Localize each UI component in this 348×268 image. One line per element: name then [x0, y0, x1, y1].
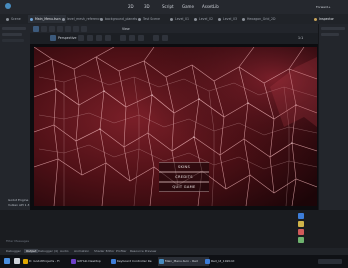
- tab-label: Level_02: [199, 17, 214, 21]
- inspector-tab[interactable]: Inspector: [312, 15, 348, 23]
- menu-2d[interactable]: 2D: [128, 4, 134, 9]
- tab-debugger-4[interactable]: Debugger (4): [38, 249, 58, 253]
- credits-button[interactable]: CREDITS: [159, 172, 209, 182]
- tab-resource-preview[interactable]: Resource Preview: [130, 249, 156, 253]
- scene-icon: [138, 18, 141, 21]
- quit-game-button[interactable]: QUIT GAME: [159, 182, 209, 192]
- scene-icon: [100, 18, 103, 21]
- scene-icon: [194, 18, 197, 21]
- inspector-dock: [318, 24, 348, 238]
- taskbar-label: Red_UI_1920.bt: [211, 259, 235, 263]
- tab-output[interactable]: Output: [24, 249, 39, 253]
- taskbar-label: GitHub Desktop: [77, 259, 101, 263]
- pivot-icon[interactable]: [162, 35, 168, 41]
- tab-debugger[interactable]: Debugger: [6, 249, 21, 253]
- godot-icon: [159, 259, 164, 264]
- tab-label: Inspector: [319, 17, 334, 21]
- tab-shader-editor[interactable]: Shader Editor: [94, 249, 114, 253]
- zoom-label: 1:1: [298, 36, 304, 40]
- os-taskbar: D: GodotProjects - Fi GitHub Desktop Key…: [0, 255, 348, 268]
- start-menu-icon[interactable]: [4, 258, 10, 264]
- grid-icon[interactable]: [96, 35, 102, 41]
- taskbar-github[interactable]: GitHub Desktop: [70, 257, 115, 266]
- taskbar-browser[interactable]: Keyboard Controller Re: [110, 257, 163, 266]
- sun-icon[interactable]: [129, 35, 135, 41]
- dock-row[interactable]: [2, 27, 26, 30]
- scene-icon: [62, 18, 65, 21]
- view-menu[interactable]: View: [122, 27, 130, 31]
- tab-profiler[interactable]: Profiler: [116, 249, 127, 253]
- tab-label: Test Scene: [143, 17, 161, 21]
- camera-icon[interactable]: [105, 35, 111, 41]
- notepad-icon: [205, 259, 210, 264]
- environment-icon[interactable]: [120, 35, 126, 41]
- taskbar-explorer[interactable]: D: GodotProjects - Fi: [22, 257, 75, 266]
- dock-row[interactable]: [321, 27, 345, 30]
- tab-label: Level_03: [223, 17, 238, 21]
- perspective-label[interactable]: Perspective: [58, 36, 76, 40]
- tab-label: level_mesh_reference: [67, 17, 102, 21]
- menu-script[interactable]: Script: [162, 4, 174, 9]
- github-icon: [71, 259, 76, 264]
- game-preview[interactable]: SKINS CREDITS QUIT GAME: [34, 47, 317, 206]
- taskbar-label: Keyboard Controller Re: [117, 259, 152, 263]
- transform-icon[interactable]: [153, 35, 159, 41]
- menu-assetlib[interactable]: AssetLib: [202, 4, 219, 9]
- preview-icon[interactable]: [138, 35, 144, 41]
- menu-3d[interactable]: 3D: [144, 4, 150, 9]
- bottom-tabbar: Debugger Output Debugger (4) Audio Anima…: [0, 248, 348, 255]
- warning-filter-icon[interactable]: [298, 221, 304, 227]
- log-line: Vulkan API 1.3: [8, 203, 30, 207]
- menu-game[interactable]: Game: [182, 4, 194, 9]
- scale-tool-icon[interactable]: [57, 25, 63, 32]
- snap-icon[interactable]: [87, 35, 93, 41]
- output-panel: [0, 210, 348, 248]
- gizmo-icon[interactable]: [78, 35, 84, 41]
- inspector-icon: [314, 18, 317, 21]
- filter-input[interactable]: Filter Messages: [6, 239, 29, 243]
- browser-icon: [111, 259, 116, 264]
- editor-menubar: 2D 3D Script Game AssetLib Forward+: [0, 0, 348, 14]
- dock-row[interactable]: [2, 39, 24, 42]
- skins-button[interactable]: SKINS: [159, 162, 209, 172]
- taskbar-label: Main_Menu.tscn - Red: [165, 259, 198, 263]
- tab-label: Main_Menu.tscn: [35, 17, 61, 21]
- error-filter-icon[interactable]: [298, 229, 304, 235]
- message-filter-icon[interactable]: [298, 237, 304, 243]
- taskbar-label: D: GodotProjects - Fi: [29, 259, 60, 263]
- godot-logo-icon: [5, 3, 11, 9]
- select-tool-icon[interactable]: [33, 25, 39, 32]
- scene-icon: [218, 18, 221, 21]
- rotate-tool-icon[interactable]: [49, 25, 55, 32]
- move-tool-icon[interactable]: [41, 25, 47, 32]
- scene-icon: [170, 18, 173, 21]
- log-line: Godot Engine: [8, 198, 29, 202]
- tab-label: background_planets: [105, 17, 138, 21]
- taskbar-notepad[interactable]: Red_UI_1920.bt: [204, 257, 251, 266]
- renderer-label[interactable]: Forward+: [316, 5, 331, 9]
- perspective-icon[interactable]: [50, 35, 56, 41]
- mode-toolbar: View: [30, 24, 318, 33]
- scene-icon: [6, 18, 9, 21]
- task-view-icon[interactable]: [14, 258, 20, 264]
- dock-row[interactable]: [321, 33, 339, 36]
- tab-hexagon[interactable]: Hexagon_Grid_2D: [240, 15, 284, 23]
- scene-icon: [30, 18, 33, 21]
- lock-icon[interactable]: [73, 25, 79, 32]
- tab-audio[interactable]: Audio: [60, 249, 69, 253]
- folder-icon: [23, 259, 28, 264]
- scene-icon: [242, 18, 245, 21]
- system-tray[interactable]: [318, 259, 342, 264]
- taskbar-godot[interactable]: Main_Menu.tscn - Red: [158, 257, 209, 266]
- dock-row[interactable]: [2, 33, 22, 36]
- list-tool-icon[interactable]: [65, 25, 71, 32]
- tab-label: Hexagon_Grid_2D: [247, 17, 276, 21]
- clear-icon[interactable]: [298, 213, 304, 219]
- tab-label: Scene: [11, 17, 21, 21]
- tab-animation[interactable]: Animation: [74, 249, 89, 253]
- tab-label: Level_01: [175, 17, 190, 21]
- group-icon[interactable]: [81, 25, 87, 32]
